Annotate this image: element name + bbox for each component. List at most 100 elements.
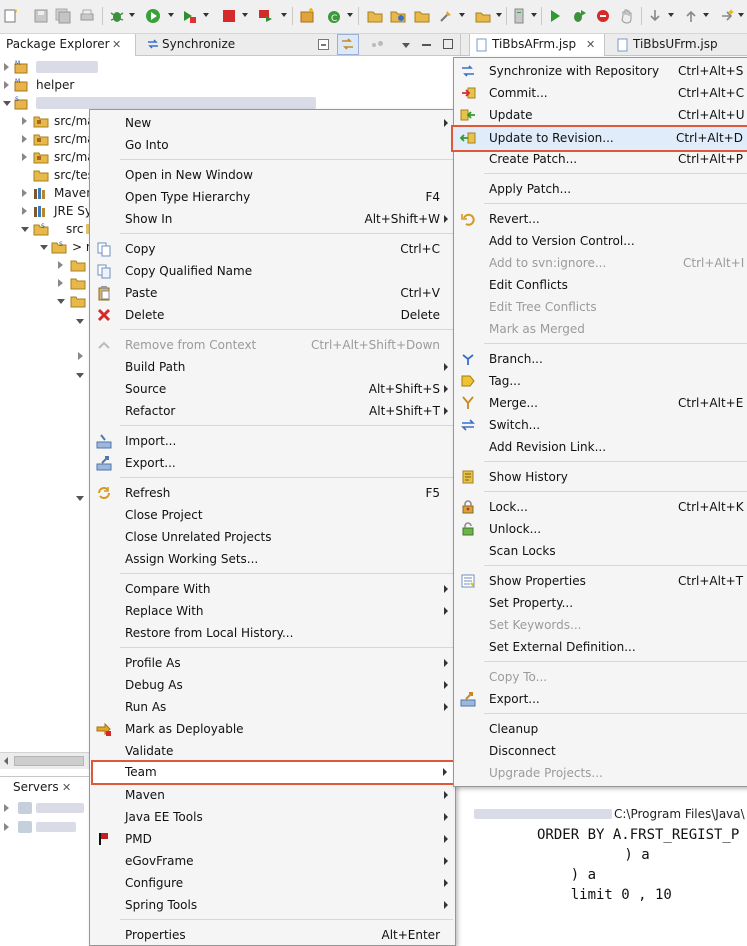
expand-icon[interactable]	[78, 352, 83, 360]
submenu-arrow-icon	[444, 879, 448, 887]
stop-server-icon[interactable]	[594, 7, 612, 25]
menu-item-delete[interactable]: Delete Delete	[91, 304, 456, 326]
menu-item-label: Close Unrelated Projects	[125, 530, 272, 544]
menu-item-source[interactable]: Source Alt+Shift+S	[91, 378, 456, 400]
maximize-view-button[interactable]	[443, 39, 453, 49]
menu-item-label: Restore from Local History...	[125, 626, 294, 640]
tree-item[interactable]: M	[0, 58, 456, 76]
run-external-icon[interactable]	[180, 7, 198, 25]
submenu-arrow-icon	[444, 681, 448, 689]
menu-item-label: Mark as Deployable	[125, 722, 244, 736]
menu-item-label: Disconnect	[489, 744, 556, 758]
new-class-icon[interactable]: C	[325, 7, 343, 25]
close-icon[interactable]: ✕	[586, 34, 595, 55]
close-icon[interactable]: ✕	[62, 777, 71, 798]
tree-item[interactable]	[0, 256, 90, 274]
hand-icon[interactable]	[618, 7, 636, 25]
menu-item-properties[interactable]: Properties Alt+Enter	[91, 924, 456, 946]
start-server-icon[interactable]	[546, 7, 564, 25]
search-icon[interactable]	[437, 7, 455, 25]
menu-item-label: Upgrade Projects...	[489, 766, 603, 780]
menu-item-team[interactable]: Team	[91, 760, 455, 785]
tab-servers[interactable]: Servers ✕	[0, 777, 90, 799]
tab-synchronize[interactable]: Synchronize	[140, 34, 240, 56]
open-resource-icon[interactable]	[413, 7, 431, 25]
next-annotation-icon[interactable]	[646, 7, 664, 25]
close-icon[interactable]: ✕	[112, 34, 121, 55]
tab-tibbsufrm[interactable]: TiBbsUFrm.jsp	[609, 34, 739, 56]
menu-item-synchronize[interactable]: Synchronize with Repository Ctrl+Alt+S	[455, 60, 747, 82]
menu-separator	[120, 477, 453, 478]
menu-separator	[120, 573, 453, 574]
menu-item-label: Open Type Hierarchy	[125, 190, 251, 204]
expand-icon[interactable]	[4, 63, 9, 71]
menu-item-commit[interactable]: Commit... Ctrl+Alt+C	[455, 82, 747, 104]
open-type-icon[interactable]	[389, 7, 407, 25]
menu-item-shortcut: Ctrl+Alt+S	[678, 64, 744, 78]
tag-icon	[461, 375, 475, 387]
menu-item-shortcut: Ctrl+Alt+T	[678, 574, 744, 588]
main-toolbar: C	[0, 0, 747, 34]
menu-item-open-type-hierarchy[interactable]: Open Type Hierarchy F4	[91, 186, 456, 208]
minimize-view-button[interactable]	[422, 44, 431, 46]
minimize-button[interactable]	[318, 39, 329, 50]
menu-item-label: Update to Revision...	[489, 131, 614, 145]
open-folder-icon[interactable]	[366, 7, 384, 25]
merge-icon	[462, 396, 474, 409]
tree-item[interactable]	[0, 292, 90, 310]
new-package-icon[interactable]	[298, 7, 316, 25]
save-all-icon[interactable]	[54, 7, 72, 25]
filter-icon[interactable]	[372, 41, 384, 49]
update-revision-icon	[460, 132, 476, 144]
menu-item-label: PMD	[125, 832, 152, 846]
menu-item-paste[interactable]: Paste Ctrl+V	[91, 282, 456, 304]
server-action-icon[interactable]	[256, 7, 274, 25]
library-icon	[34, 188, 45, 199]
new-icon[interactable]	[2, 7, 20, 25]
menu-item-shortcut: Ctrl+Alt+U	[678, 108, 745, 122]
collapse-icon[interactable]	[76, 496, 84, 501]
view-menu-chevron-icon[interactable]	[402, 43, 410, 48]
open-perspective-icon[interactable]	[474, 7, 492, 25]
debug-server-icon[interactable]	[570, 7, 588, 25]
menu-item-lock[interactable]: Lock... Ctrl+Alt+K	[455, 496, 747, 518]
tab-label: Package Explorer	[6, 37, 110, 51]
properties-icon	[461, 574, 475, 588]
collapse-icon[interactable]	[3, 101, 11, 106]
menu-item-label: Add Revision Link...	[489, 440, 607, 454]
menu-item-label: Spring Tools	[125, 898, 198, 912]
menu-item-shortcut: F5	[425, 486, 440, 500]
tab-package-explorer[interactable]: Package Explorer ✕	[0, 34, 136, 56]
submenu-arrow-icon	[444, 607, 448, 615]
scrollbar-thumb[interactable]	[14, 756, 84, 766]
run-icon[interactable]	[144, 7, 162, 25]
export-icon	[460, 692, 476, 707]
menu-item-label: Set Property...	[489, 596, 574, 610]
menu-item-copy[interactable]: Copy Ctrl+C	[91, 238, 456, 260]
previous-annotation-icon[interactable]	[682, 7, 700, 25]
expand-icon[interactable]	[4, 81, 9, 89]
save-icon[interactable]	[32, 7, 50, 25]
menu-item-show-in[interactable]: Show In Alt+Shift+W	[91, 208, 456, 230]
collapse-icon[interactable]	[76, 373, 84, 378]
tab-tibbsafrm[interactable]: TiBbsAFrm.jsp ✕	[469, 34, 605, 56]
servers-view-tabs: Servers ✕	[0, 776, 90, 799]
menu-item-show-properties[interactable]: Show Properties Ctrl+Alt+T	[455, 570, 747, 592]
debug-icon[interactable]	[108, 7, 126, 25]
print-icon[interactable]	[78, 7, 96, 25]
stop-icon[interactable]	[220, 7, 238, 25]
last-edit-icon[interactable]	[718, 7, 736, 25]
tree-item-label: src	[66, 222, 84, 236]
tree-item[interactable]	[0, 274, 90, 292]
menu-item-create-patch[interactable]: Create Patch... Ctrl+Alt+P	[455, 148, 747, 170]
menu-item-update[interactable]: Update Ctrl+Alt+U	[455, 104, 747, 126]
deployable-icon	[96, 722, 111, 736]
menu-item-merge[interactable]: Merge... Ctrl+Alt+E	[455, 392, 747, 414]
server-icon[interactable]	[510, 7, 528, 25]
tree-item[interactable]: M helper	[0, 76, 456, 94]
menu-item-refresh[interactable]: Refresh F5	[91, 482, 456, 504]
link-with-editor-button[interactable]	[337, 34, 359, 55]
collapse-icon[interactable]	[76, 319, 84, 324]
menu-item-refactor[interactable]: Refactor Alt+Shift+T	[91, 400, 456, 422]
menu-item-shortcut: Delete	[400, 308, 440, 322]
